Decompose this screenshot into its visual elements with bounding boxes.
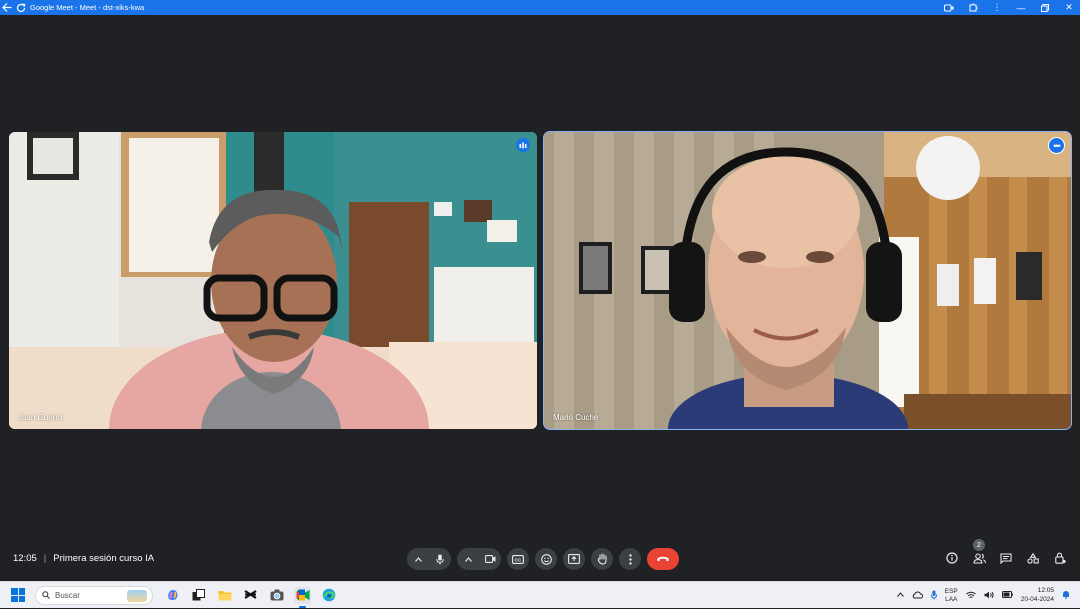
info-icon (946, 552, 958, 564)
participant-tile-juan-guerra[interactable]: Juan Guerra (9, 132, 537, 429)
videocam-icon (484, 555, 495, 563)
volume-icon[interactable] (984, 591, 994, 601)
participant-name: Mario Cuche (553, 413, 599, 422)
windows-taskbar: Buscar ESP LAA 12:05 20-04-2024 (0, 581, 1080, 608)
meeting-details-button[interactable] (944, 548, 960, 568)
chat-icon (1000, 552, 1012, 564)
more-vert-icon (628, 553, 632, 565)
windows-start-icon[interactable] (11, 588, 25, 602)
keyboard-layout: LAA (945, 595, 958, 603)
back-arrow-icon[interactable] (0, 0, 14, 15)
microphone-group (407, 548, 451, 570)
hand-icon (597, 553, 607, 565)
reactions-button[interactable] (535, 548, 557, 570)
minimize-icon[interactable]: — (1014, 3, 1028, 13)
window-title: Google Meet - Meet - dst-xiks-kwa (30, 3, 145, 12)
search-icon (42, 591, 50, 599)
camera-app-icon[interactable] (268, 587, 285, 604)
restore-icon[interactable] (1038, 3, 1052, 12)
camera-button[interactable] (479, 548, 501, 570)
onedrive-icon[interactable] (912, 591, 923, 601)
input-language[interactable]: ESP LAA (945, 588, 958, 604)
capcut-icon[interactable] (242, 587, 259, 604)
show-hidden-icons-icon[interactable] (896, 592, 904, 599)
participant-name: Juan Guerra (18, 413, 63, 422)
call-end-icon (657, 556, 669, 562)
activities-icon (1027, 552, 1039, 564)
microphone-button[interactable] (429, 548, 451, 570)
camera-options-chevron-icon[interactable] (457, 548, 479, 570)
battery-icon[interactable] (1001, 591, 1013, 600)
meeting-title: Primera sesión curso IA (53, 553, 155, 564)
file-explorer-icon[interactable] (216, 587, 233, 604)
meeting-info: 12:05 | Primera sesión curso IA (13, 553, 154, 564)
people-icon (972, 552, 986, 564)
present-screen-icon (568, 554, 580, 564)
host-controls-button[interactable] (1052, 548, 1068, 568)
more-options-button[interactable] (619, 548, 641, 570)
reload-icon[interactable] (14, 0, 28, 15)
camera-group (457, 548, 501, 570)
meeting-time: 12:05 (13, 553, 37, 564)
window-titlebar: Google Meet - Meet - dst-xiks-kwa ⋮ — ✕ (0, 0, 1080, 15)
taskbar-clock[interactable]: 12:05 20-04-2024 (1021, 587, 1054, 604)
notifications-icon[interactable] (1062, 590, 1070, 601)
task-view-icon[interactable] (190, 587, 207, 604)
center-controls: CC (407, 547, 679, 571)
language-code: ESP (944, 587, 958, 595)
activities-button[interactable] (1025, 548, 1041, 568)
google-meet-app-icon[interactable] (294, 586, 311, 608)
captions-button[interactable]: CC (507, 548, 529, 570)
camera-icon[interactable] (942, 4, 956, 12)
right-controls: 2 (944, 539, 1068, 568)
taskbar-search[interactable]: Buscar (35, 585, 153, 605)
search-highlight-image (127, 589, 147, 602)
microphone-tray-icon[interactable] (930, 590, 937, 602)
copilot-icon[interactable] (164, 587, 181, 604)
participant-tile-mario-cuche[interactable]: ••• Mario Cuche (543, 131, 1072, 430)
speaking-indicator-icon (516, 138, 530, 152)
raise-hand-button[interactable] (591, 548, 613, 570)
present-screen-button[interactable] (563, 548, 585, 570)
search-placeholder: Buscar (55, 590, 80, 600)
microphone-icon (436, 554, 444, 564)
captions-label: CC (515, 557, 522, 562)
mic-options-chevron-icon[interactable] (407, 548, 429, 570)
extensions-icon[interactable] (966, 3, 980, 12)
meeting-controls-bar: 12:05 | Primera sesión curso IA CC 2 (0, 539, 1080, 575)
clock-date: 20-04-2024 (1020, 595, 1054, 603)
chat-button[interactable] (998, 548, 1014, 568)
taskbar-apps (164, 586, 337, 608)
more-vert-icon[interactable]: ⋮ (990, 2, 1004, 13)
more-options-icon[interactable]: ••• (1048, 137, 1065, 154)
participant-video (544, 132, 1071, 429)
emoji-icon (540, 553, 552, 565)
people-button[interactable]: 2 (971, 539, 987, 568)
meeting-stage: Juan Guerra ••• Mario Cuche 12:05 | Prim… (0, 15, 1080, 581)
meeting-info-separator: | (43, 553, 47, 564)
lock-person-icon (1054, 552, 1066, 564)
system-tray: ESP LAA 12:05 20-04-2024 (896, 582, 1070, 609)
edge-icon[interactable] (320, 587, 337, 604)
clock-time: 12:05 (1037, 587, 1054, 594)
captions-icon: CC (512, 554, 524, 564)
participant-video (9, 132, 537, 429)
close-icon[interactable]: ✕ (1062, 2, 1076, 13)
wifi-icon[interactable] (965, 591, 976, 601)
leave-call-button[interactable] (647, 548, 679, 570)
people-count-badge: 2 (973, 539, 985, 551)
